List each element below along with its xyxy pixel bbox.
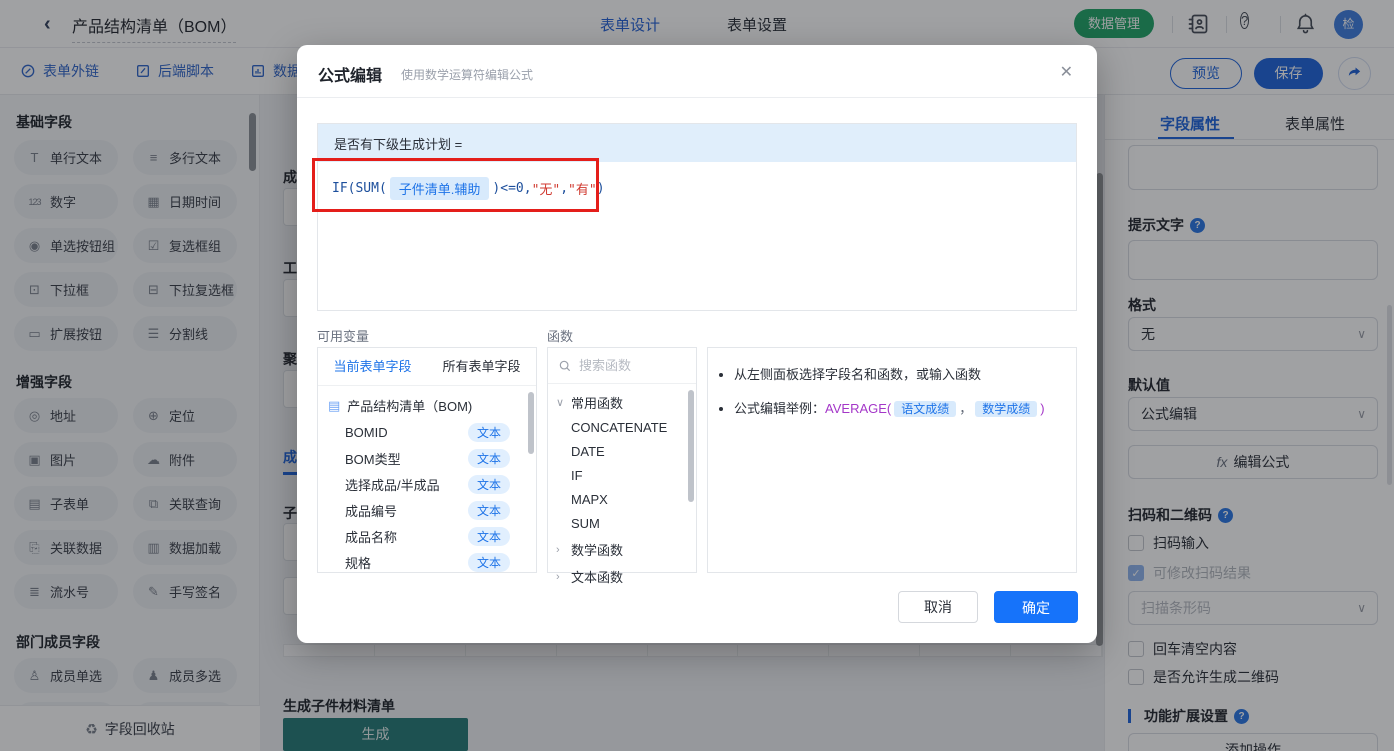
variable-field-row[interactable]: BOMID 文本 <box>318 419 536 445</box>
type-tag: 文本 <box>467 526 510 546</box>
function-item[interactable]: MAPX <box>548 488 696 512</box>
functions-label: 函数 <box>547 329 574 344</box>
variable-field-row[interactable]: BOM类型 文本 <box>318 445 536 471</box>
example-field-chip: 语文成绩 <box>894 400 957 417</box>
formula-target-field: 是否有下级生成计划 = <box>318 124 1076 162</box>
document-icon: ▤ <box>328 397 341 413</box>
variable-field-row[interactable]: 成品名称 文本 <box>318 523 536 549</box>
formula-edit-modal: 公式编辑 使用数学运算符编辑公式 ✕ 是否有下级生成计划 = IF(SUM(子件… <box>297 45 1097 643</box>
variables-label: 可用变量 <box>317 329 370 344</box>
variables-scrollbar[interactable] <box>528 392 534 454</box>
function-group-common[interactable]: ∨ 常用函数 <box>548 389 696 416</box>
tip-example: 公式编辑举例：AVERAGE(语文成绩，数学成绩) <box>734 399 1062 419</box>
modal-subtitle: 使用数学运算符编辑公式 <box>401 68 534 82</box>
function-item[interactable]: IF <box>548 464 696 488</box>
formula-pre: IF(SUM( <box>332 181 387 196</box>
chevron-right-icon: › <box>556 570 560 583</box>
formula-mid: )<=0, <box>492 181 532 196</box>
form-tree-root[interactable]: ▤ 产品结构清单（BOM) <box>318 392 536 419</box>
search-icon <box>559 360 571 371</box>
modal-title: 公式编辑 <box>318 68 383 85</box>
variable-field-row[interactable]: 选择成品/半成品 文本 <box>318 471 536 497</box>
variables-panel: 当前表单字段 所有表单字段 ▤ 产品结构清单（BOM) BOMID 文本 BOM类型… <box>317 347 537 573</box>
type-tag: 文本 <box>467 500 510 520</box>
example-field-chip: 数学成绩 <box>975 400 1038 417</box>
type-tag: 文本 <box>467 474 510 494</box>
variable-field-row[interactable]: 规格 文本 <box>318 549 536 575</box>
tab-all-form-fields[interactable]: 所有表单字段 <box>427 348 536 385</box>
functions-panel: ∨常用函数 CONCATENATE DATE IF MAPX SUM ›数学函数… <box>547 347 697 585</box>
functions-scrollbar[interactable] <box>688 390 694 502</box>
variable-field-row[interactable]: 成品编号 文本 <box>318 497 536 523</box>
field-token-chip[interactable]: 子件清单.辅助 <box>389 177 490 200</box>
formula-expression[interactable]: IF(SUM(子件清单.辅助)<=0, "无", "有") <box>318 162 1076 215</box>
search-input[interactable] <box>579 358 679 373</box>
function-search[interactable] <box>548 348 696 384</box>
close-icon[interactable]: ✕ <box>1060 62 1073 82</box>
formula-string: "有" <box>568 183 597 198</box>
function-item[interactable]: CONCATENATE <box>548 416 696 440</box>
modal-header: 公式编辑 使用数学运算符编辑公式 ✕ <box>297 45 1097 98</box>
formula-comma: , <box>560 181 569 196</box>
formula-string: "无" <box>531 183 561 198</box>
tips-panel: 从左侧面板选择字段名和函数，或输入函数 公式编辑举例：AVERAGE(语文成绩，… <box>707 347 1077 573</box>
variables-tabs: 当前表单字段 所有表单字段 <box>318 348 536 386</box>
formula-editor-box: 是否有下级生成计划 = IF(SUM(子件清单.辅助)<=0, "无", "有") <box>317 123 1077 311</box>
function-group-text[interactable]: › 文本函数 <box>548 563 696 590</box>
chevron-right-icon: › <box>556 543 560 556</box>
formula-post: ) <box>596 181 605 196</box>
tip-line: 从左侧面板选择字段名和函数，或输入函数 <box>734 365 1062 385</box>
cancel-button[interactable]: 取消 <box>898 591 978 623</box>
function-group-math[interactable]: › 数学函数 <box>548 536 696 563</box>
example-function: AVERAGE( <box>825 400 892 416</box>
function-item[interactable]: DATE <box>548 440 696 464</box>
app-root: ‹ 产品结构清单（BOM） 表单设计 表单设置 数据管理 ? 检 表单外链 后端… <box>0 0 1394 751</box>
confirm-button[interactable]: 确定 <box>994 591 1078 623</box>
type-tag: 文本 <box>467 448 510 468</box>
type-tag: 文本 <box>467 422 510 442</box>
type-tag: 文本 <box>467 552 510 572</box>
function-item[interactable]: SUM <box>548 512 696 536</box>
chevron-down-icon: ∨ <box>556 397 565 409</box>
tab-current-form-fields[interactable]: 当前表单字段 <box>318 348 427 385</box>
